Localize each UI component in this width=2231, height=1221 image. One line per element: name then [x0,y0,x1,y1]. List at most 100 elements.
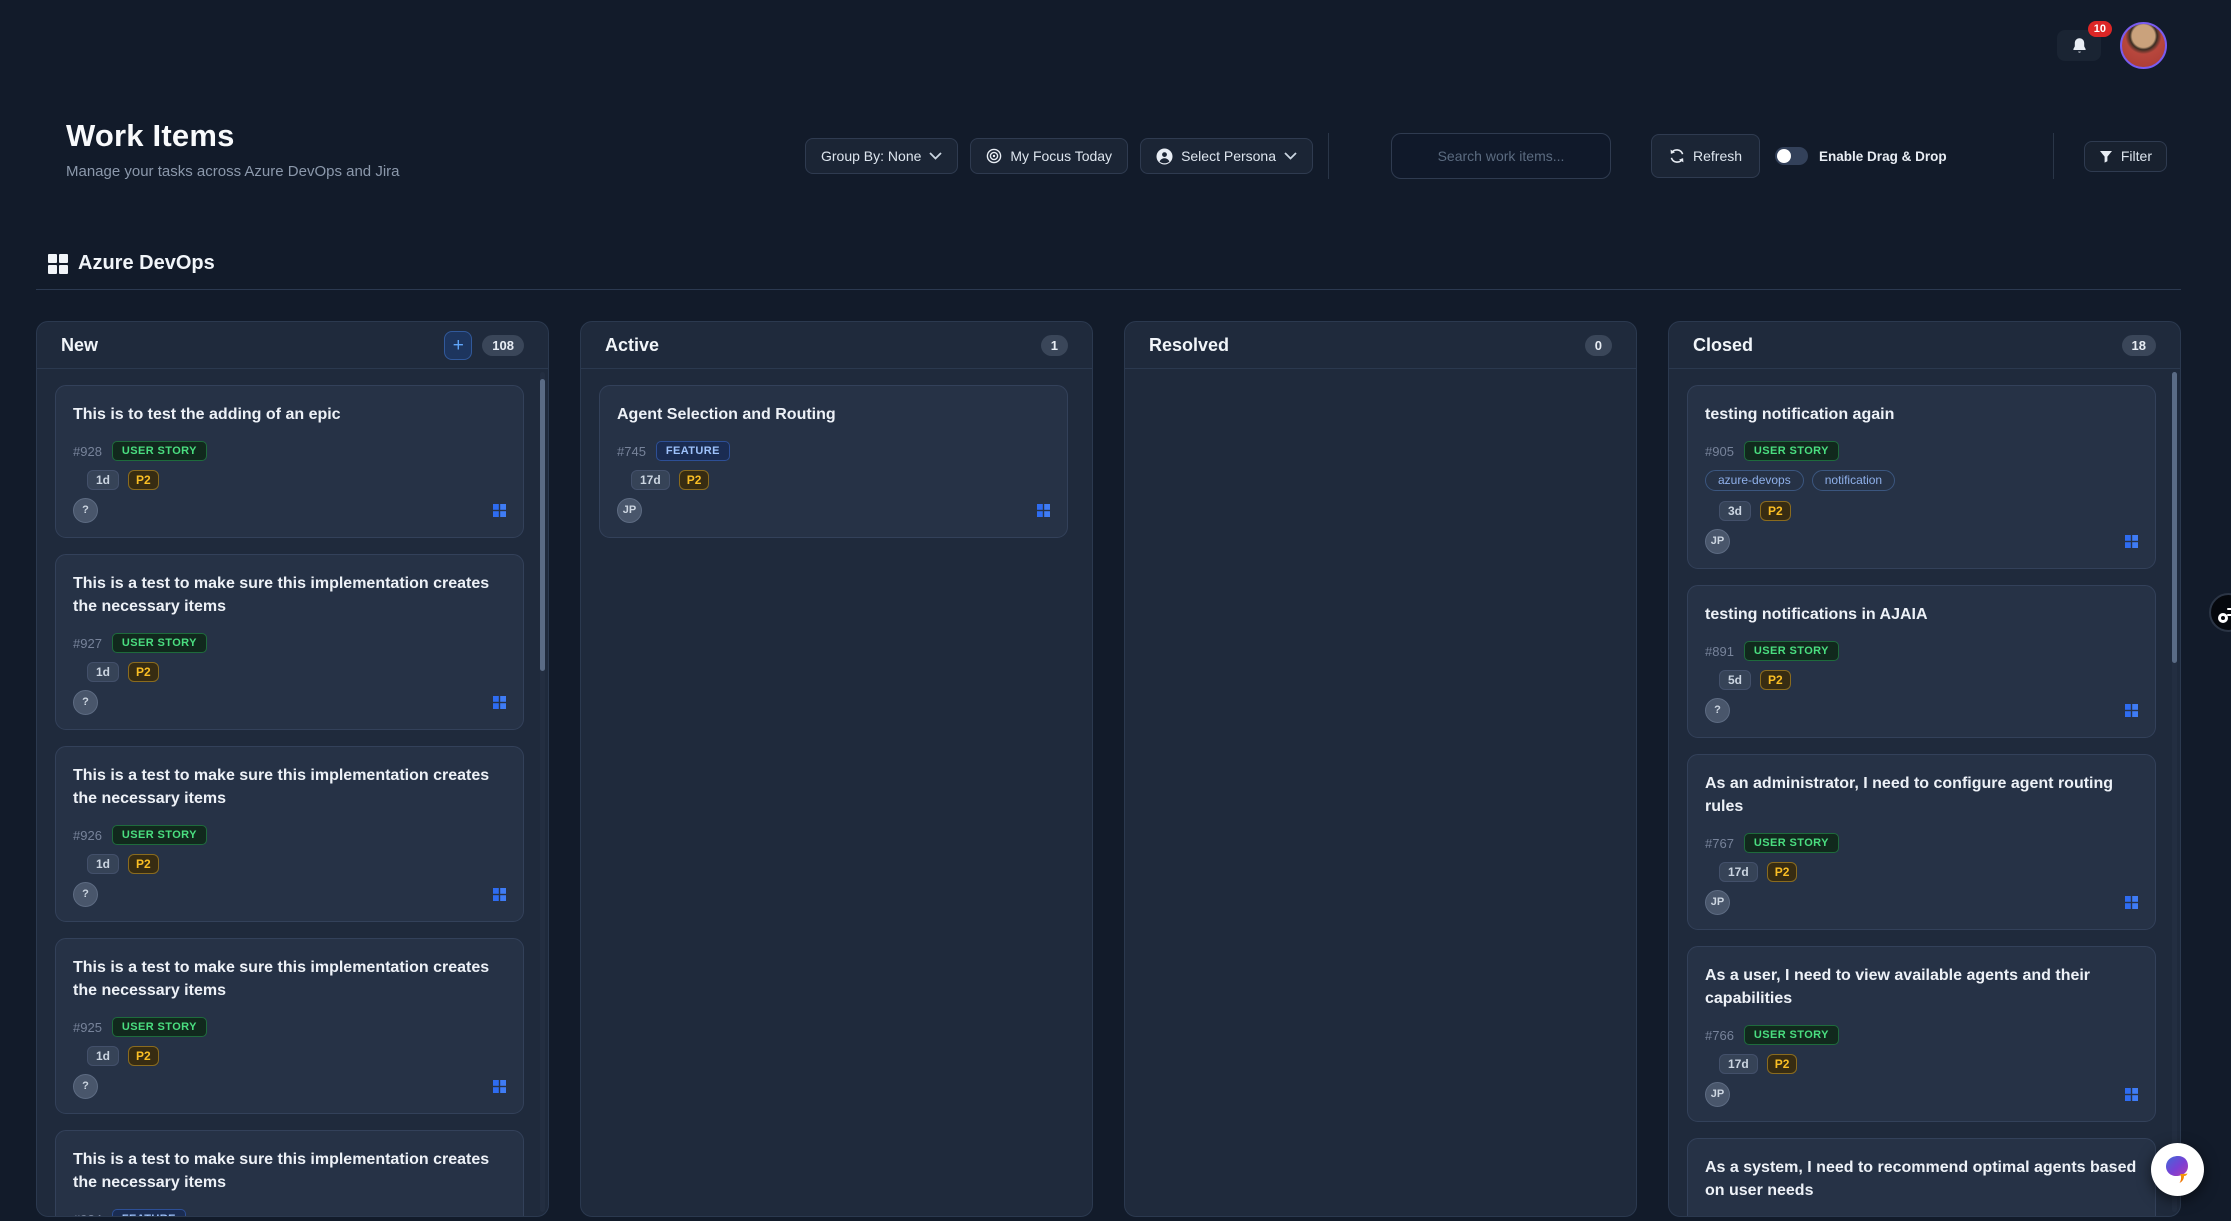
column-title: Closed [1693,335,1753,356]
card-meta: #924 FEATURE [73,1209,506,1216]
card-footer: JP [617,497,1050,523]
card[interactable]: This is to test the adding of an epic#92… [55,385,524,538]
board-columns: New+108 This is to test the adding of an … [36,321,2181,1217]
brain-logo-icon[interactable] [2151,1143,2204,1196]
card-title: As a user, I need to view available agen… [1705,964,2138,1010]
card-title: This is a test to make sure this impleme… [73,956,506,1002]
work-item-type-badge: FEATURE [656,441,730,461]
tag-pill: notification [1812,470,1895,491]
azure-devops-icon [1037,504,1050,517]
age-chip: 17d [1719,1054,1758,1074]
priority-chip: P2 [1767,1054,1798,1074]
card[interactable]: testing notifications in AJAIA#891USER S… [1687,585,2156,738]
card-title: Agent Selection and Routing [617,403,1050,426]
work-item-type-badge: USER STORY [112,825,207,845]
card-footer: ? [73,689,506,715]
card-title: This is a test to make sure this impleme… [73,572,506,618]
tag-pill: azure-devops [1705,470,1804,491]
card-title: As an administrator, I need to configure… [1705,772,2138,818]
notifications-button[interactable]: 10 [2057,30,2101,61]
column-scrollbar-thumb[interactable] [2172,372,2177,663]
work-item-type-badge: USER STORY [1744,441,1839,461]
column-title: Active [605,335,659,356]
azure-devops-icon [2125,1088,2138,1101]
priority-chip: P2 [679,470,710,490]
card-footer: ? [73,497,506,523]
age-chip: 3d [1719,501,1751,521]
select-persona-dropdown[interactable]: Select Persona [1140,138,1313,174]
column-scrollbar-thumb[interactable] [540,379,545,671]
age-chip: 1d [87,1046,119,1066]
card-meta: #905 USER STORY [1705,441,2138,461]
page-subtitle: Manage your tasks across Azure DevOps an… [66,163,400,180]
card[interactable]: This is a test to make sure this impleme… [55,554,524,730]
card-chips: 17d P2 [1719,1054,2138,1074]
card-chips: 17dP2 [1719,862,2138,882]
drag-drop-toggle[interactable] [1775,147,1808,165]
card-id: #745 [617,444,646,459]
work-item-type-badge: USER STORY [112,441,207,461]
card-chips: 3dP2 [1719,501,2138,521]
card-id: #927 [73,636,102,651]
card-chips: 1d P2 [87,854,506,874]
search-input[interactable] [1391,133,1611,179]
age-chip: 17d [631,470,670,490]
assignee-avatar: JP [1705,890,1730,915]
card[interactable]: This is a test to make sure this impleme… [55,938,524,1114]
card-id: #924 [73,1212,102,1217]
column-count-badge: 1 [1041,335,1068,356]
refresh-button[interactable]: Refresh [1651,134,1760,178]
question-avatar: ? [73,498,98,523]
refresh-label: Refresh [1693,148,1742,164]
filter-button[interactable]: Filter [2084,141,2167,172]
toolbar-divider [1328,133,1329,179]
card[interactable]: As a system, I need to recommend optimal… [1687,1138,2156,1216]
my-focus-today-button[interactable]: My Focus Today [970,138,1128,174]
column-scrollbar-track [540,372,545,1212]
user-avatar[interactable] [2120,22,2167,69]
priority-chip: P2 [128,662,159,682]
add-card-button[interactable]: + [444,331,472,360]
card-chips: 5dP2 [1719,670,2138,690]
card-chips: 1d P2 [87,1046,506,1066]
priority-chip: P2 [1767,862,1798,882]
section-divider [36,289,2181,290]
azure-devops-icon [493,696,506,709]
card-list [1125,369,1636,1216]
card[interactable]: As a user, I need to view available agen… [1687,946,2156,1122]
card-chips: 17d P2 [631,470,1050,490]
card-id: #767 [1705,836,1734,851]
question-avatar: ? [73,882,98,907]
card[interactable]: testing notification again #905 USER STORY… [1687,385,2156,569]
card[interactable]: As an administrator, I need to configure… [1687,754,2156,930]
card[interactable]: This is a test to make sure this impleme… [55,1130,524,1216]
card-meta: #767USER STORY [1705,833,2138,853]
column-resolved: Resolved0 [1124,321,1637,1217]
column-header: New+108 [37,322,548,369]
board: Azure DevOps New+108This is to test the … [36,252,2181,1217]
priority-chip: P2 [128,854,159,874]
work-item-type-badge: USER STORY [1744,641,1839,661]
card[interactable]: This is a test to make sure this impleme… [55,746,524,922]
column-header: Resolved0 [1125,322,1636,369]
card-meta: #925USER STORY [73,1017,506,1037]
work-item-type-badge: FEATURE [112,1209,186,1216]
card-title: This is a test to make sure this impleme… [73,764,506,810]
card-title: testing notification again [1705,403,2138,426]
side-widget-icon[interactable] [2209,593,2231,632]
question-avatar: ? [73,690,98,715]
card-id: #905 [1705,444,1734,459]
assignee-avatar: JP [1705,1082,1730,1107]
card[interactable]: Agent Selection and Routing #745 FEATURE 17… [599,385,1068,538]
column-closed: Closed18testing notification again#905US… [1668,321,2181,1217]
bell-icon [2071,37,2088,55]
priority-chip: P2 [128,1046,159,1066]
age-chip: 1d [87,854,119,874]
group-by-dropdown[interactable]: Group By: None [805,138,958,174]
page-header: Work Items Manage your tasks across Azur… [66,118,400,180]
column-scrollbar-track [2172,372,2177,1212]
group-by-label: Group By: None [821,148,921,164]
toolbar-divider [2053,133,2054,179]
card-footer: JP [1705,1081,2138,1107]
card-title: testing notifications in AJAIA [1705,603,2138,626]
